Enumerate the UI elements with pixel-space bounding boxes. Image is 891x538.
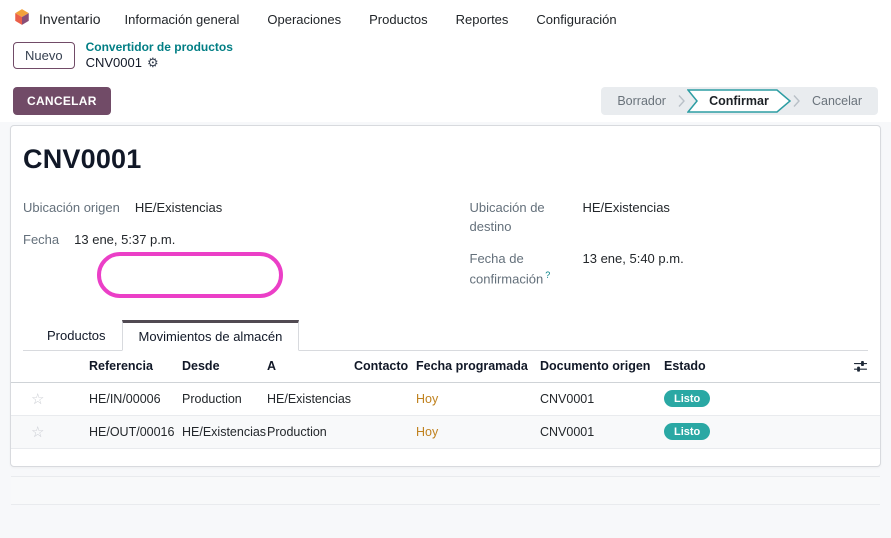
inventory-app-window: Inventario Información general Operacion… (0, 0, 891, 505)
empty-space (11, 504, 880, 538)
breadcrumb-row: Nuevo Convertidor de productos CNV0001 ⚙ (0, 38, 891, 80)
destination-location-value[interactable]: HE/Existencias (583, 199, 670, 237)
header-referencia[interactable]: Referencia (89, 350, 182, 383)
cell-desde[interactable]: Production (182, 382, 267, 416)
breadcrumb-parent-link[interactable]: Convertidor de productos (86, 40, 233, 55)
menu-reportes[interactable]: Reportes (456, 12, 509, 27)
chevron-right-icon (678, 94, 685, 108)
cell-estado[interactable]: Listo (664, 415, 844, 449)
status-step-confirmar-label: Confirmar (709, 94, 769, 109)
new-button[interactable]: Nuevo (13, 42, 75, 70)
header-fecha-programada[interactable]: Fecha programada (416, 350, 540, 383)
inventory-app-icon (13, 8, 31, 31)
stock-moves-table: Referencia Desde A Contacto Fecha progra… (11, 350, 880, 538)
top-menu: Información general Operaciones Producto… (124, 12, 616, 27)
record-title[interactable]: CNV0001 (23, 144, 868, 175)
field-grid: Ubicación origen HE/Existencias Fecha 13… (23, 199, 868, 302)
header-desde[interactable]: Desde (182, 350, 267, 383)
cell-referencia[interactable]: HE/OUT/00016 (89, 415, 182, 449)
breadcrumb-current: CNV0001 ⚙ (86, 55, 233, 71)
star-icon[interactable]: ☆ (31, 424, 44, 441)
empty-row (11, 476, 880, 505)
status-badge: Listo (664, 390, 711, 408)
origin-location-label: Ubicación origen (23, 200, 120, 216)
confirmation-date-label: Fecha de confirmación? (469, 250, 551, 287)
empty-row (11, 448, 880, 477)
cell-referencia[interactable]: HE/IN/00006 (89, 382, 182, 416)
cell-a[interactable]: HE/Existencias (267, 382, 354, 416)
notebook-tabbar: Productos Movimientos de almacén (23, 319, 868, 351)
header-contacto[interactable]: Contacto (354, 350, 416, 383)
status-step-borrador[interactable]: Borrador (605, 94, 678, 108)
date-value[interactable]: 13 ene, 5:37 p.m. (74, 231, 175, 250)
tab-productos[interactable]: Productos (31, 321, 122, 350)
header-options (844, 350, 880, 383)
cell-estado[interactable]: Listo (664, 382, 844, 416)
app-name: Inventario (39, 11, 101, 27)
cell-contacto[interactable] (354, 415, 416, 449)
header-star (11, 350, 89, 383)
table-header-row: Referencia Desde A Contacto Fecha progra… (11, 350, 880, 383)
field-date: Fecha 13 ene, 5:37 p.m. (23, 231, 422, 250)
action-row: CANCELAR Borrador Confirmar Cancelar (0, 79, 891, 123)
table-row[interactable]: ☆ HE/OUT/00016 HE/Existencias Production… (11, 415, 880, 449)
breadcrumb: Convertidor de productos CNV0001 ⚙ (86, 40, 233, 71)
top-navbar: Inventario Información general Operacion… (0, 0, 891, 38)
destination-location-label: Ubicación de destino (469, 200, 545, 235)
optional-columns-icon[interactable] (844, 359, 872, 374)
app-brand[interactable]: Inventario (13, 8, 100, 31)
status-step-cancelar[interactable]: Cancelar (800, 94, 874, 108)
header-estado[interactable]: Estado (664, 350, 844, 383)
cell-a[interactable]: Production (267, 415, 354, 449)
cell-fecha-programada[interactable]: Hoy (416, 415, 540, 449)
cell-fecha-programada[interactable]: Hoy (416, 382, 540, 416)
cell-desde[interactable]: HE/Existencias (182, 415, 267, 449)
header-a[interactable]: A (267, 350, 354, 383)
menu-productos[interactable]: Productos (369, 12, 428, 27)
status-badge: Listo (664, 423, 711, 441)
form-sheet: CNV0001 Ubicación origen HE/Existencias … (10, 125, 881, 505)
status-step-confirmar[interactable]: Confirmar (686, 89, 791, 113)
star-icon[interactable]: ☆ (31, 391, 44, 408)
menu-informacion-general[interactable]: Información general (124, 12, 239, 27)
field-origin-location: Ubicación origen HE/Existencias (23, 199, 422, 218)
breadcrumb-current-label: CNV0001 (85, 55, 142, 70)
tab-movimientos-de-almacen[interactable]: Movimientos de almacén (121, 319, 300, 351)
field-column-left: Ubicación origen HE/Existencias Fecha 13… (23, 199, 422, 302)
table-row[interactable]: ☆ HE/IN/00006 Production HE/Existencias … (11, 382, 880, 416)
confirmation-date-value[interactable]: 13 ene, 5:40 p.m. (583, 250, 684, 289)
help-question-icon[interactable]: ? (545, 270, 550, 280)
cancel-record-button[interactable]: CANCELAR (13, 87, 111, 116)
cell-documento-origen[interactable]: CNV0001 (540, 415, 664, 449)
field-confirmation-date: Fecha de confirmación? 13 ene, 5:40 p.m. (470, 250, 869, 289)
statusbar: Borrador Confirmar Cancelar (601, 87, 878, 116)
cell-contacto[interactable] (354, 382, 416, 416)
gear-icon[interactable]: ⚙ (147, 55, 159, 71)
menu-configuracion[interactable]: Configuración (536, 12, 616, 27)
menu-operaciones[interactable]: Operaciones (267, 12, 341, 27)
cell-documento-origen[interactable]: CNV0001 (540, 382, 664, 416)
chevron-right-icon (793, 94, 800, 108)
origin-location-value[interactable]: HE/Existencias (135, 199, 222, 218)
date-label: Fecha (23, 232, 60, 248)
field-destination-location: Ubicación de destino HE/Existencias (470, 199, 869, 237)
field-column-right: Ubicación de destino HE/Existencias Fech… (470, 199, 869, 302)
header-documento-origen[interactable]: Documento origen (540, 350, 664, 383)
